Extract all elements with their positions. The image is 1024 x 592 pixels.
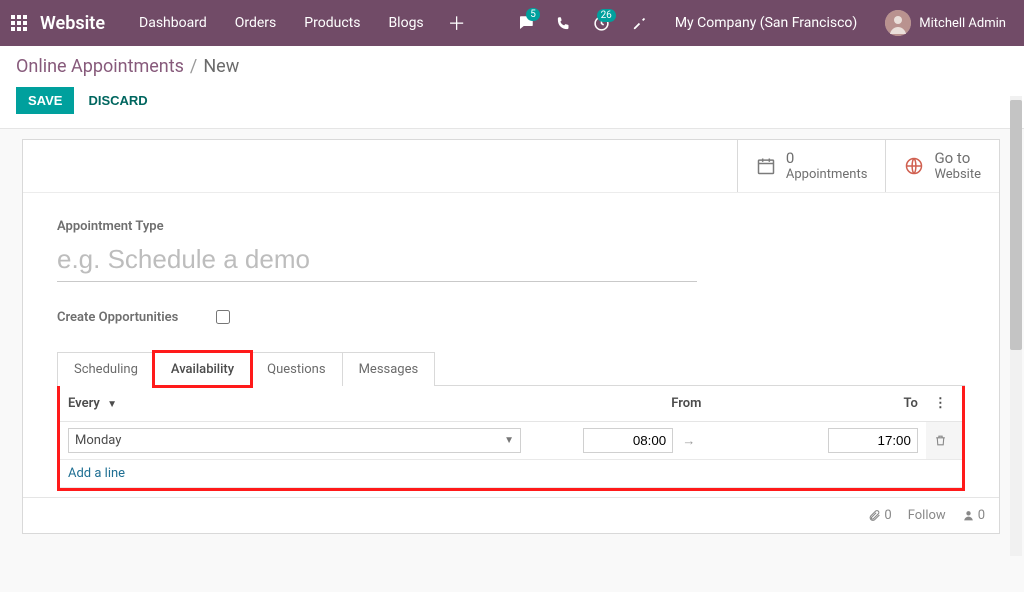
attachments-count: 0 (884, 508, 891, 523)
appointment-type-input[interactable] (57, 240, 697, 282)
chevron-down-icon: ▼ (504, 435, 514, 446)
appointment-type-label: Appointment Type (57, 219, 965, 234)
day-select[interactable]: Monday ▼ (68, 428, 521, 453)
followers-icon[interactable]: 0 (962, 508, 985, 523)
tab-availability[interactable]: Availability (154, 352, 251, 386)
followers-count: 0 (978, 508, 985, 523)
activities-icon[interactable]: 26 (585, 15, 619, 32)
messages-badge: 5 (526, 8, 540, 21)
messages-icon[interactable]: 5 (509, 14, 543, 32)
add-line-button[interactable]: Add a line (60, 459, 962, 487)
avatar (885, 10, 911, 36)
availability-panel: Every ▼ From To ⋮ Monday (57, 386, 965, 491)
discard-button[interactable]: DISCARD (88, 93, 147, 108)
attachments-icon[interactable]: 0 (868, 508, 891, 523)
stat-goto-line2: Website (934, 167, 981, 182)
follow-button[interactable]: Follow (908, 508, 946, 523)
day-value: Monday (75, 433, 121, 448)
stat-appointments-label: Appointments (786, 167, 868, 182)
column-options-icon[interactable]: ⋮ (926, 386, 962, 422)
nav-orders[interactable]: Orders (223, 15, 289, 31)
form-sheet: 0 Appointments Go to Website Appointment… (22, 139, 1000, 534)
col-to[interactable]: To (904, 396, 918, 411)
arrow-right-icon: → (676, 434, 701, 449)
stat-buttons: 0 Appointments Go to Website (23, 140, 999, 193)
sheet-footer: 0 Follow 0 (23, 497, 999, 533)
scrollbar[interactable] (1010, 96, 1022, 556)
caret-down-icon: ▼ (107, 399, 117, 410)
control-bar: Online Appointments / New SAVE DISCARD (0, 46, 1024, 129)
stat-appointments-count: 0 (786, 150, 868, 167)
stat-go-to-website[interactable]: Go to Website (885, 140, 999, 192)
phone-icon[interactable] (547, 16, 581, 31)
calendar-icon (756, 156, 776, 176)
app-brand[interactable]: Website (40, 13, 105, 34)
nav-products[interactable]: Products (292, 15, 372, 31)
create-opportunities-checkbox[interactable] (216, 310, 230, 324)
user-menu[interactable]: Mitchell Admin (875, 10, 1016, 36)
col-every[interactable]: Every (68, 396, 100, 411)
stat-goto-line1: Go to (934, 150, 981, 167)
new-content-icon[interactable]: ＋ (440, 10, 474, 36)
top-nav: Website Dashboard Orders Products Blogs … (0, 0, 1024, 46)
tab-questions[interactable]: Questions (250, 352, 342, 386)
breadcrumb: Online Appointments / New (16, 56, 1008, 77)
company-selector[interactable]: My Company (San Francisco) (661, 15, 871, 31)
delete-row-icon[interactable] (926, 421, 962, 459)
from-input[interactable] (583, 428, 673, 453)
create-opportunities-label: Create Opportunities (57, 310, 178, 325)
nav-blogs[interactable]: Blogs (376, 15, 435, 31)
activities-badge: 26 (597, 9, 616, 22)
table-row: Monday ▼ → (60, 421, 962, 459)
to-input[interactable] (828, 428, 918, 453)
tabs: Scheduling Availability Questions Messag… (57, 351, 965, 386)
stat-appointments[interactable]: 0 Appointments (737, 140, 886, 192)
breadcrumb-separator: / (190, 56, 197, 77)
breadcrumb-root[interactable]: Online Appointments (16, 56, 184, 77)
availability-table: Every ▼ From To ⋮ Monday (60, 386, 962, 488)
breadcrumb-leaf: New (203, 56, 239, 77)
tab-scheduling[interactable]: Scheduling (57, 352, 155, 386)
apps-icon[interactable] (8, 12, 30, 34)
col-from[interactable]: From (671, 396, 701, 411)
tab-messages[interactable]: Messages (342, 352, 436, 386)
globe-icon (904, 156, 924, 176)
save-button[interactable]: SAVE (16, 87, 74, 114)
settings-icon[interactable] (623, 16, 657, 31)
user-name: Mitchell Admin (919, 16, 1006, 31)
nav-dashboard[interactable]: Dashboard (127, 15, 219, 31)
